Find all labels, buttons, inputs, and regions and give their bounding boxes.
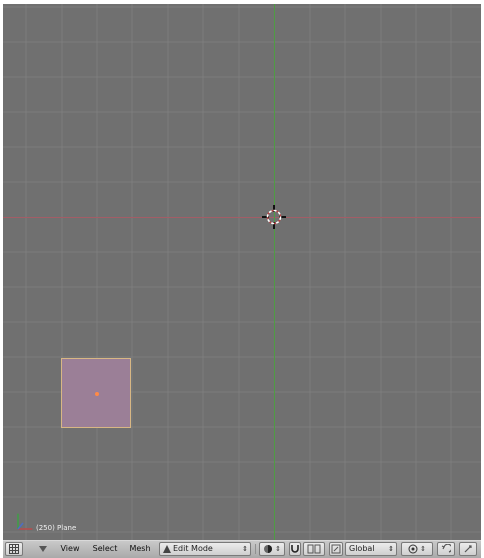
undo-icon [441, 544, 451, 553]
triangle-icon [163, 545, 171, 553]
blender-window: (250) Plane View Select Mesh Edit Mode ⇕… [3, 4, 481, 558]
magnet-button[interactable] [289, 542, 301, 556]
view-menu[interactable]: View [56, 542, 84, 556]
3d-cursor-icon[interactable] [261, 204, 287, 230]
triangle-down-icon [39, 546, 47, 552]
mode-label: Edit Mode [173, 544, 213, 553]
selected-plane-mesh[interactable] [61, 358, 131, 428]
shading-icon [264, 545, 273, 553]
mode-dropdown-icon: ⇕ [242, 544, 248, 553]
y-axis-line [274, 4, 275, 540]
object-info-label: (250) Plane [36, 524, 77, 532]
mode-selector[interactable]: Edit Mode ⇕ [159, 542, 251, 556]
3d-view-header: View Select Mesh Edit Mode ⇕ ⇕ Global ⇕ … [3, 540, 481, 558]
grid-icon [9, 544, 19, 554]
pivot-icon [331, 544, 341, 554]
select-menu[interactable]: Select [88, 542, 122, 556]
viewport-grid [3, 4, 481, 540]
axes-widget-icon [13, 509, 37, 533]
tool-icon [464, 545, 472, 553]
x-axis-line [3, 217, 481, 218]
orientation-dropdown-icon: ⇕ [388, 544, 394, 553]
undo-button[interactable] [437, 542, 455, 556]
header-separator [255, 544, 256, 554]
snap-icon [408, 544, 418, 554]
selection-mode-button[interactable] [303, 542, 325, 556]
draw-type-button[interactable]: ⇕ [259, 542, 285, 556]
extra-tool-button[interactable] [459, 542, 477, 556]
vertex-select-icon [307, 544, 321, 554]
editor-type-button[interactable] [5, 542, 23, 556]
snap-button[interactable]: ⇕ [401, 542, 433, 556]
pivot-button[interactable] [329, 542, 343, 556]
magnet-icon [291, 545, 299, 553]
orientation-label: Global [349, 544, 375, 553]
3d-viewport[interactable]: (250) Plane [3, 4, 481, 540]
mesh-menu[interactable]: Mesh [125, 542, 155, 556]
menu-toggle-button[interactable] [37, 542, 49, 556]
object-center-dot [95, 392, 99, 396]
orientation-selector[interactable]: Global ⇕ [345, 542, 397, 556]
